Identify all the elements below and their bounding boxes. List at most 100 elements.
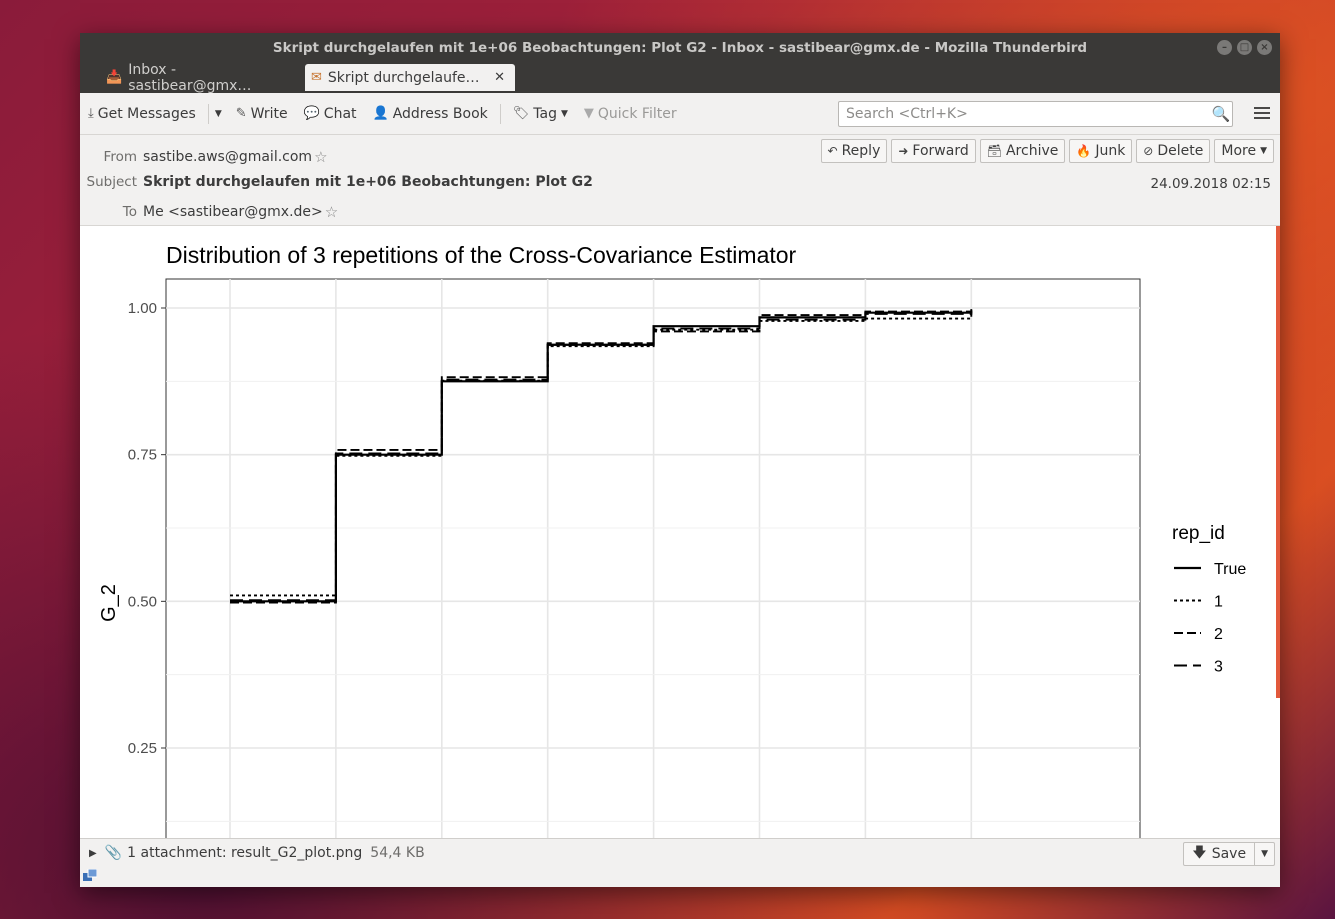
quick-filter-button[interactable]: ▼ Quick Filter xyxy=(576,99,685,129)
chat-button[interactable]: 💬 Chat xyxy=(296,99,365,129)
search-icon[interactable]: 🔍 xyxy=(1210,105,1232,123)
star-icon[interactable]: ☆ xyxy=(325,203,338,221)
inbox-icon: 📥 xyxy=(106,70,123,85)
legend-label-3: 3 xyxy=(1214,659,1223,676)
get-messages-label: Get Messages xyxy=(97,105,196,122)
address-book-label: Address Book xyxy=(392,105,488,122)
scrollbar[interactable] xyxy=(1276,226,1280,698)
star-icon[interactable]: ☆ xyxy=(314,148,327,166)
search-input[interactable]: Search <Ctrl+K> 🔍 xyxy=(838,101,1233,127)
reply-button[interactable]: ↶ Reply xyxy=(820,139,888,163)
attachment-label[interactable]: 1 attachment: result_G2_plot.png xyxy=(127,845,362,861)
write-button[interactable]: ✎ Write xyxy=(228,99,296,129)
tag-label: Tag xyxy=(533,105,557,122)
message-body: Distribution of 3 repetitions of the Cro… xyxy=(80,226,1280,838)
tab-message[interactable]: ✉ Skript durchgelaufe… ✕ xyxy=(305,64,515,91)
more-label: More xyxy=(1221,143,1257,159)
save-icon: 🡇 xyxy=(1192,845,1207,861)
junk-label: Junk xyxy=(1095,143,1126,159)
save-attachment-button[interactable]: 🡇 Save ▼ xyxy=(1183,842,1275,866)
subject-value: Skript durchgelaufen mit 1e+06 Beobachtu… xyxy=(143,174,593,190)
toolbar-separator xyxy=(499,103,501,124)
delete-icon: ⊘ xyxy=(1143,144,1154,158)
minimize-icon[interactable]: – xyxy=(1217,40,1232,55)
chevron-down-icon[interactable]: ▼ xyxy=(1255,849,1274,859)
chart-image: Distribution of 3 repetitions of the Cro… xyxy=(98,242,1246,838)
tag-button[interactable]: 🏷 Tag ▼ xyxy=(505,99,576,129)
forward-label: Forward xyxy=(912,143,969,159)
tag-icon: 🏷 xyxy=(512,106,530,121)
close-window-icon[interactable]: × xyxy=(1257,40,1272,55)
junk-button[interactable]: 🔥 Junk xyxy=(1069,139,1133,163)
maximize-icon[interactable]: □ xyxy=(1237,40,1252,55)
get-messages-button[interactable]: ⤓ Get Messages xyxy=(80,99,204,129)
thunderbird-window: Skript durchgelaufen mit 1e+06 Beobachtu… xyxy=(80,33,1280,887)
legend-label-2: 2 xyxy=(1214,626,1223,643)
get-messages-dropdown[interactable]: ▼ xyxy=(213,99,228,129)
y-tick-label: 0.50 xyxy=(128,593,157,610)
legend-label-True: True xyxy=(1214,561,1246,578)
attachment-size: 54,4 KB xyxy=(370,845,425,861)
chevron-down-icon: ▼ xyxy=(214,108,222,119)
forward-button[interactable]: ➜ Forward xyxy=(891,139,976,163)
search-placeholder: Search <Ctrl+K> xyxy=(846,106,968,122)
save-label: Save xyxy=(1211,846,1247,862)
to-row: To Me <sastibear@gmx.de> ☆ xyxy=(80,203,338,221)
legend-title: rep_id xyxy=(1172,523,1225,544)
tab-message-label: Skript durchgelaufe… xyxy=(327,69,480,86)
download-icon: ⤓ xyxy=(88,106,94,121)
from-value[interactable]: sastibe.aws@gmail.com xyxy=(143,149,312,165)
to-label: To xyxy=(122,204,137,220)
window-controls: – □ × xyxy=(1217,40,1272,55)
tab-inbox[interactable]: 📥 Inbox - sastibear@gmx… xyxy=(100,61,298,94)
y-tick-label: 0.75 xyxy=(128,447,157,464)
y-axis: 0.25 0.50 0.75 1.00 xyxy=(128,300,166,757)
paperclip-icon: 📎 xyxy=(104,845,123,861)
delete-button[interactable]: ⊘ Delete xyxy=(1136,139,1211,163)
y-tick-label: 1.00 xyxy=(128,300,157,317)
y-tick-label: 0.25 xyxy=(128,740,157,757)
archive-button[interactable]: 🗃 Archive xyxy=(979,139,1066,163)
archive-label: Archive xyxy=(1005,143,1059,159)
chevron-down-icon: ▼ xyxy=(1260,146,1267,156)
connection-status-icon xyxy=(83,869,97,881)
address-book-button[interactable]: 👤 Address Book xyxy=(365,99,496,129)
flame-icon: 🔥 xyxy=(1076,144,1092,158)
quick-filter-label: Quick Filter xyxy=(597,105,677,122)
from-row: From sastibe.aws@gmail.com ☆ xyxy=(80,148,328,166)
chevron-down-icon: ▼ xyxy=(560,108,568,119)
y-axis-label: G_2 xyxy=(98,584,120,622)
subject-row: Subject Skript durchgelaufen mit 1e+06 B… xyxy=(80,174,593,190)
window-title: Skript durchgelaufen mit 1e+06 Beobachtu… xyxy=(272,39,1088,56)
chat-label: Chat xyxy=(323,105,357,122)
person-icon: 👤 xyxy=(372,106,389,121)
main-toolbar: ⤓ Get Messages ▼ ✎ Write 💬 Chat 👤 Addres… xyxy=(80,93,1280,135)
expand-triangle-icon[interactable]: ▶ xyxy=(89,848,97,859)
hamburger-menu-icon[interactable] xyxy=(1254,104,1270,122)
tab-bar: 📥 Inbox - sastibear@gmx… ✉ Skript durchg… xyxy=(80,61,1280,94)
legend-label-1: 1 xyxy=(1214,594,1223,611)
to-value[interactable]: Me <sastibear@gmx.de> xyxy=(143,204,323,220)
forward-icon: ➜ xyxy=(898,144,909,158)
message-headers: From sastibe.aws@gmail.com ☆ Subject Skr… xyxy=(80,135,1280,226)
more-button[interactable]: More ▼ xyxy=(1214,139,1274,163)
message-date: 24.09.2018 02:15 xyxy=(1150,176,1272,192)
delete-label: Delete xyxy=(1157,143,1204,159)
reply-label: Reply xyxy=(841,143,881,159)
subject-label: Subject xyxy=(86,174,137,190)
archive-icon: 🗃 xyxy=(986,144,1002,158)
from-label: From xyxy=(103,149,137,165)
close-tab-icon[interactable]: ✕ xyxy=(494,70,505,85)
chat-bubble-icon: 💬 xyxy=(303,106,320,121)
legend: rep_id True 1 2 3 xyxy=(1172,523,1246,676)
filter-icon: ▼ xyxy=(583,106,594,121)
tab-inbox-label: Inbox - sastibear@gmx… xyxy=(128,61,252,94)
reply-icon: ↶ xyxy=(827,144,838,158)
toolbar-separator xyxy=(207,103,209,124)
pencil-icon: ✎ xyxy=(235,106,247,121)
chart-title: Distribution of 3 repetitions of the Cro… xyxy=(166,242,797,268)
attachment-bar: ▶ 📎 1 attachment: result_G2_plot.png 54,… xyxy=(80,838,1280,867)
status-bar xyxy=(80,866,1280,887)
message-actions: ↶ Reply ➜ Forward 🗃 Archive 🔥 Junk ⊘ Delete M… xyxy=(820,139,1274,163)
envelope-icon: ✉ xyxy=(311,70,322,85)
